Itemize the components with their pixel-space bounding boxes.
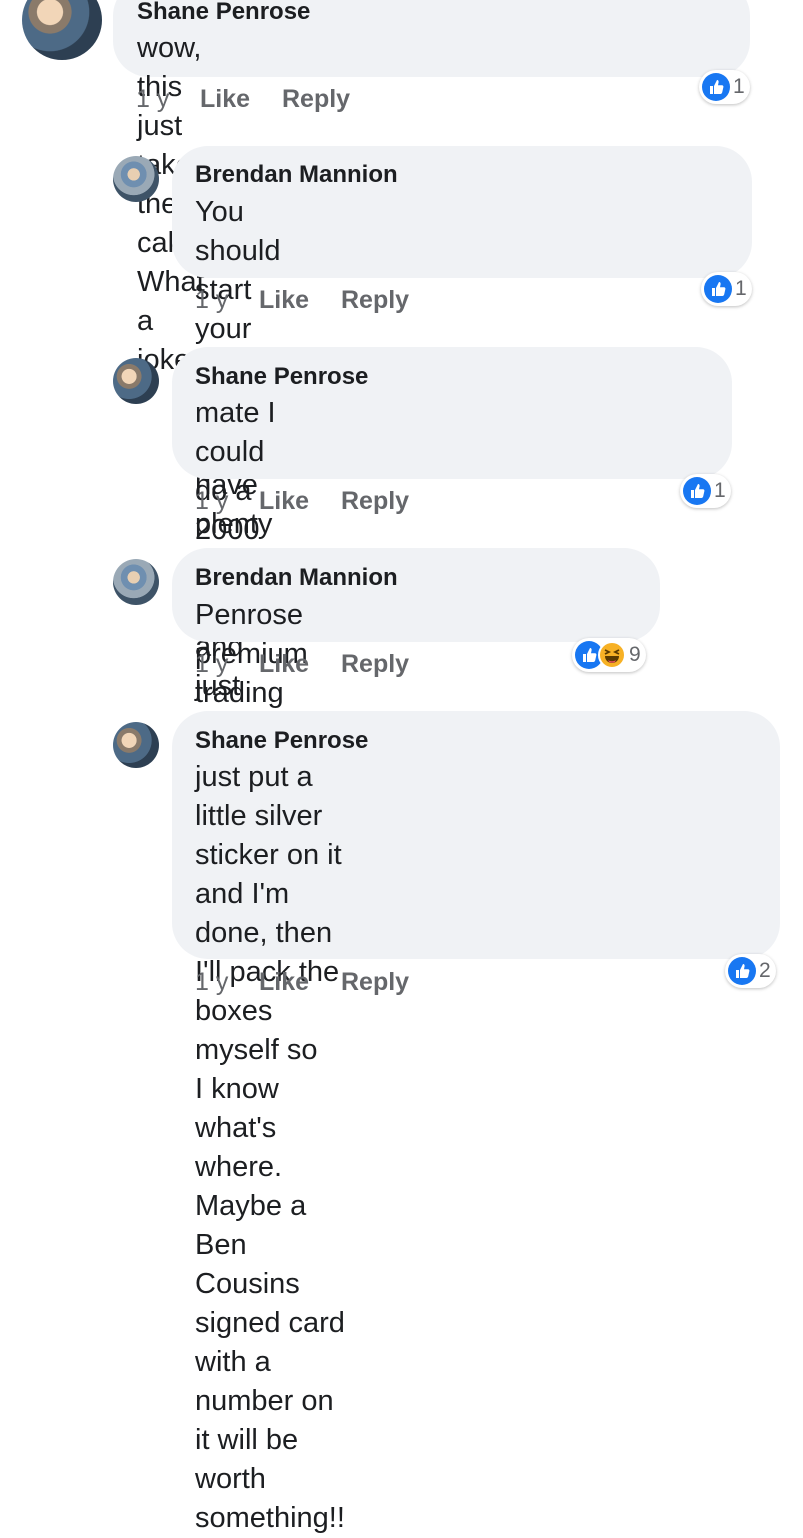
reply-button[interactable]: Reply [282, 85, 350, 114]
reaction-summary[interactable]: 1 [701, 272, 752, 306]
timestamp[interactable]: 1 y [195, 650, 228, 679]
avatar[interactable] [113, 358, 159, 404]
like-icon [704, 275, 732, 303]
like-button[interactable]: Like [259, 968, 309, 997]
reaction-count: 1 [714, 479, 726, 502]
comment-text-line: just put a little silver sticker on it a… [195, 761, 342, 910]
avatar[interactable] [113, 559, 159, 605]
timestamp[interactable]: 1 y [195, 286, 228, 315]
comment-text-line: I know what's where. Maybe a Ben [195, 1073, 307, 1261]
haha-icon [598, 641, 626, 669]
comment-author[interactable]: Shane Penrose [195, 363, 368, 391]
avatar[interactable] [113, 722, 159, 768]
reaction-summary[interactable]: 2 [725, 954, 776, 988]
reaction-count: 2 [759, 959, 771, 982]
reaction-summary[interactable]: 1 [680, 474, 731, 508]
comment-text-line: it will be worth something!! [195, 1424, 345, 1534]
like-button[interactable]: Like [200, 85, 250, 114]
reply-button[interactable]: Reply [341, 286, 409, 315]
reaction-count: 1 [735, 277, 747, 300]
timestamp[interactable]: 1 y [195, 968, 228, 997]
comment-text: just put a little silver sticker on it a… [195, 758, 345, 1538]
like-button[interactable]: Like [259, 286, 309, 315]
reaction-summary[interactable]: 9 [572, 638, 646, 672]
like-icon [702, 73, 730, 101]
timestamp[interactable]: 1 y [136, 85, 169, 114]
like-icon [683, 477, 711, 505]
comment-author[interactable]: Shane Penrose [195, 727, 368, 755]
reply-button[interactable]: Reply [341, 968, 409, 997]
comment-author[interactable]: Shane Penrose [137, 0, 310, 26]
avatar[interactable] [113, 156, 159, 202]
comment-author[interactable]: Brendan Mannion [195, 564, 398, 592]
reaction-summary[interactable]: 1 [699, 70, 750, 104]
comment-text-line: Cousins signed card with a number on [195, 1268, 345, 1417]
like-icon [728, 957, 756, 985]
reaction-count: 1 [733, 75, 745, 98]
comment-author[interactable]: Brendan Mannion [195, 161, 398, 189]
avatar[interactable] [22, 0, 102, 60]
reply-button[interactable]: Reply [341, 487, 409, 516]
reply-button[interactable]: Reply [341, 650, 409, 679]
like-button[interactable]: Like [259, 487, 309, 516]
reaction-count: 9 [629, 643, 641, 666]
timestamp[interactable]: 1 y [195, 487, 228, 516]
like-button[interactable]: Like [259, 650, 309, 679]
